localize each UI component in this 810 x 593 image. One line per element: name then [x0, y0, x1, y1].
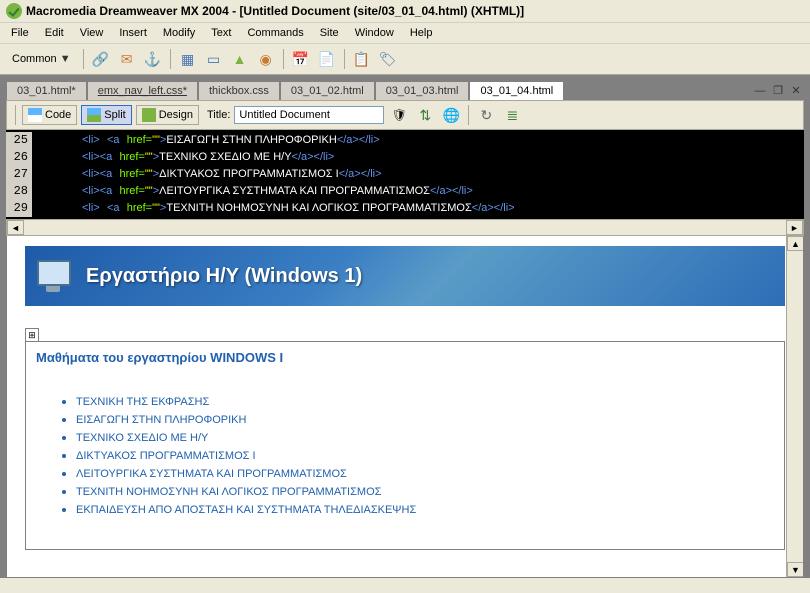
menu-insert[interactable]: Insert	[112, 25, 154, 41]
window-title: Macromedia Dreamweaver MX 2004 - [Untitl…	[26, 4, 524, 18]
tab-03-01-02[interactable]: 03_01_02.html	[280, 81, 375, 100]
layer-icon[interactable]: ▭	[203, 48, 225, 70]
link-list: ΤΕΧΝΙΚΗ ΤΗΣ ΕΚΦΡΑΣΗΣ ΕΙΣΑΓΩΓΗ ΣΤΗΝ ΠΛΗΡΟΦ…	[36, 393, 774, 519]
restore-button[interactable]: ❐	[770, 84, 786, 98]
tab-thickbox[interactable]: thickbox.css	[198, 81, 280, 100]
refresh-icon[interactable]: ↻	[475, 104, 497, 126]
view-toolbar: Code Split Design Title: 🛡 ⇅ 🌐 ↻ ≣	[6, 100, 804, 130]
email-link-icon[interactable]: ✉	[116, 48, 138, 70]
media-icon[interactable]: ◉	[255, 48, 277, 70]
anchor-icon[interactable]: ⚓	[142, 48, 164, 70]
code-view-button[interactable]: Code	[22, 105, 77, 125]
scroll-left-button[interactable]: ◄	[7, 220, 24, 235]
list-item[interactable]: ΤΕΧΝΙΤΗ ΝΟΗΜΟΣΥΝΗ ΚΑΙ ΛΟΓΙΚΟΣ ΠΡΟΓΡΑΜΜΑΤ…	[76, 483, 774, 501]
menu-modify[interactable]: Modify	[156, 25, 202, 41]
split-view-button[interactable]: Split	[81, 105, 131, 125]
line-number: 25	[6, 132, 32, 149]
page-banner: Εργαστήριο Η/Υ (Windows 1)	[25, 246, 785, 306]
section-title: Μαθήματα του εργαστηρίου WINDOWS I	[36, 350, 774, 365]
insert-category[interactable]: Common ▼	[6, 51, 77, 67]
link-text: ΔΙΚΤΥΑΚΟΣ ΠΡΟΓΡΑΜΜΑΤΙΣΜΟΣ I	[76, 450, 256, 462]
list-item[interactable]: ΕΙΣΑΓΩΓΗ ΣΤΗΝ ΠΛΗΡΟΦΟΡΙΚΗ	[76, 411, 774, 429]
document-area: 03_01.html* emx_nav_left.css* thickbox.c…	[0, 75, 810, 578]
menu-site[interactable]: Site	[313, 25, 346, 41]
menu-window[interactable]: Window	[348, 25, 401, 41]
line-number: 29	[6, 200, 32, 217]
code-pane[interactable]: 25<li> <a href="">ΕΙΣΑΓΩΓΗ ΣΤΗΝ ΠΛΗΡΟΦΟΡ…	[6, 130, 804, 219]
code-line[interactable]: 27<li><a href="">ΔΙΚΤΥΑΚΟΣ ΠΡΟΓΡΑΜΜΑΤΙΣΜ…	[6, 166, 804, 183]
document-tabs: 03_01.html* emx_nav_left.css* thickbox.c…	[6, 81, 564, 100]
code-icon	[28, 108, 42, 122]
separator	[344, 49, 345, 69]
menu-view[interactable]: View	[73, 25, 111, 41]
image-icon[interactable]: ▲	[229, 48, 251, 70]
link-text: ΤΕΧΝΙΚΟ ΣΧΕΔΙΟ ΜΕ Η/Υ	[76, 432, 208, 444]
app-icon	[6, 3, 22, 19]
scroll-up-button[interactable]: ▲	[787, 236, 804, 251]
menu-file[interactable]: File	[4, 25, 36, 41]
separator	[468, 105, 469, 125]
list-item[interactable]: ΛΕΙΤΟΥΡΓΙΚΑ ΣΥΣΤΗΜΑΤΑ ΚΑΙ ΠΡΟΓΡΑΜΜΑΤΙΣΜΟ…	[76, 465, 774, 483]
table-icon[interactable]: ▦	[177, 48, 199, 70]
design-vertical-scrollbar[interactable]: ▲ ▼	[786, 236, 803, 577]
design-icon	[142, 108, 156, 122]
separator	[170, 49, 171, 69]
insert-toolbar: Common ▼ 🔗 ✉ ⚓ ▦ ▭ ▲ ◉ 📅 📄 📋 🏷	[0, 44, 810, 75]
list-item[interactable]: ΔΙΚΤΥΑΚΟΣ ΠΡΟΓΡΑΜΜΑΤΙΣΜΟΣ I	[76, 447, 774, 465]
design-view-button[interactable]: Design	[136, 105, 199, 125]
design-pane[interactable]: Εργαστήριο Η/Υ (Windows 1) ⊞ Μαθήματα το…	[6, 236, 804, 578]
link-text: ΕΙΣΑΓΩΓΗ ΣΤΗΝ ΠΛΗΡΟΦΟΡΙΚΗ	[76, 414, 246, 426]
tab-03-01[interactable]: 03_01.html*	[6, 81, 87, 100]
date-icon[interactable]: 📅	[290, 48, 312, 70]
minimize-button[interactable]: —	[752, 84, 768, 98]
tag-chooser-icon[interactable]: 🏷	[377, 48, 399, 70]
code-line[interactable]: 29<li> <a href="">ΤΕΧΝΙΤΗ ΝΟΗΜΟΣΥΝΗ ΚΑΙ …	[6, 200, 804, 217]
link-text: ΛΕΙΤΟΥΡΓΙΚΑ ΣΥΣΤΗΜΑΤΑ ΚΑΙ ΠΡΟΓΡΑΜΜΑΤΙΣΜΟ…	[76, 468, 347, 480]
separator	[83, 49, 84, 69]
tab-nav-css[interactable]: emx_nav_left.css*	[87, 81, 198, 100]
line-number: 26	[6, 149, 32, 166]
scroll-down-button[interactable]: ▼	[787, 562, 804, 577]
list-item[interactable]: ΕΚΠΑΙΔΕΥΣΗ ΑΠΟ ΑΠΟΣΤΑΣΗ ΚΑΙ ΣΥΣΤΗΜΑΤΑ ΤΗ…	[76, 501, 774, 519]
validate-icon[interactable]: 🛡	[388, 104, 410, 126]
title-label: Title:	[207, 109, 230, 121]
comment-icon[interactable]: 📄	[316, 48, 338, 70]
list-item[interactable]: ΤΕΧΝΙΚΟ ΣΧΕΔΙΟ ΜΕ Η/Υ	[76, 429, 774, 447]
menu-edit[interactable]: Edit	[38, 25, 71, 41]
list-item[interactable]: ΤΕΧΝΙΚΗ ΤΗΣ ΕΚΦΡΑΣΗΣ	[76, 393, 774, 411]
menu-text[interactable]: Text	[204, 25, 238, 41]
preview-icon[interactable]: 🌐	[440, 104, 462, 126]
hyperlink-icon[interactable]: 🔗	[90, 48, 112, 70]
code-horizontal-scrollbar[interactable]: ◄ ►	[6, 219, 804, 236]
split-icon	[87, 108, 101, 122]
monitor-icon	[35, 260, 71, 292]
element-handle-icon[interactable]: ⊞	[25, 328, 39, 342]
separator	[15, 105, 16, 125]
menu-commands[interactable]: Commands	[240, 25, 310, 41]
window-controls: — ❐ ✕	[752, 84, 804, 98]
template-icon[interactable]: 📋	[351, 48, 373, 70]
tab-03-01-03[interactable]: 03_01_03.html	[375, 81, 470, 100]
line-number: 27	[6, 166, 32, 183]
code-line[interactable]: 28<li><a href="">ΛΕΙΤΟΥΡΓΙΚΑ ΣΥΣΤΗΜΑΤΑ Κ…	[6, 183, 804, 200]
link-text: ΤΕΧΝΙΤΗ ΝΟΗΜΟΣΥΝΗ ΚΑΙ ΛΟΓΙΚΟΣ ΠΡΟΓΡΑΜΜΑΤ…	[76, 486, 381, 498]
scroll-right-button[interactable]: ►	[786, 220, 803, 235]
link-text: ΤΕΧΝΙΚΗ ΤΗΣ ΕΚΦΡΑΣΗΣ	[76, 396, 209, 408]
titlebar: Macromedia Dreamweaver MX 2004 - [Untitl…	[0, 0, 810, 23]
view-options-icon[interactable]: ≣	[501, 104, 523, 126]
tab-03-01-04[interactable]: 03_01_04.html	[469, 81, 564, 100]
link-text: ΕΚΠΑΙΔΕΥΣΗ ΑΠΟ ΑΠΟΣΤΑΣΗ ΚΑΙ ΣΥΣΤΗΜΑΤΑ ΤΗ…	[76, 504, 416, 516]
menu-help[interactable]: Help	[403, 25, 440, 41]
code-line[interactable]: 25<li> <a href="">ΕΙΣΑΓΩΓΗ ΣΤΗΝ ΠΛΗΡΟΦΟΡ…	[6, 132, 804, 149]
banner-text: Εργαστήριο Η/Υ (Windows 1)	[86, 265, 362, 288]
content-box[interactable]: ⊞ Μαθήματα του εργαστηρίου WINDOWS I ΤΕΧ…	[25, 341, 785, 550]
file-management-icon[interactable]: ⇅	[414, 104, 436, 126]
line-number: 28	[6, 183, 32, 200]
close-button[interactable]: ✕	[788, 84, 804, 98]
separator	[283, 49, 284, 69]
code-line[interactable]: 26<li><a href="">ΤΕΧΝΙΚΟ ΣΧΕΔΙΟ ΜΕ Η/Υ</…	[6, 149, 804, 166]
title-input[interactable]	[234, 106, 384, 124]
menubar: File Edit View Insert Modify Text Comman…	[0, 23, 810, 44]
